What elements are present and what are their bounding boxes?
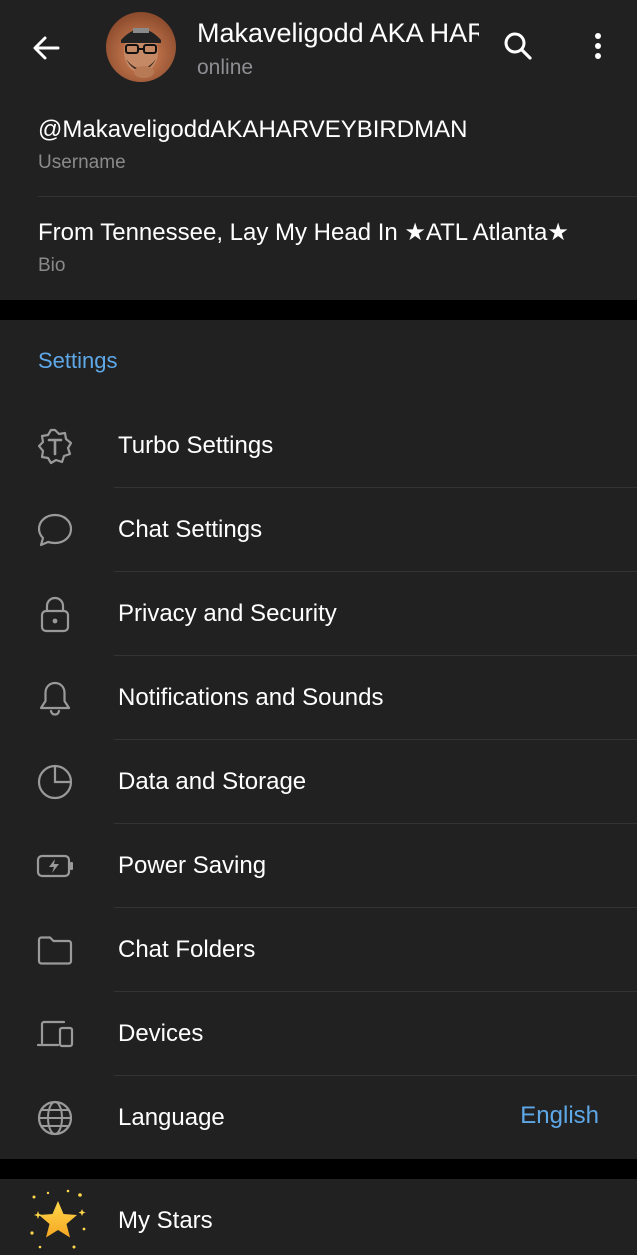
app-header: Makaveligodd AKA HARVEY BIRDMAN online <box>0 0 637 96</box>
star-icon <box>26 1189 90 1253</box>
settings-item-label: Devices <box>118 1020 204 1047</box>
settings-item-label: Notifications and Sounds <box>118 684 384 711</box>
username-value: @MakaveligoddAKAHARVEYBIRDMAN <box>38 116 468 143</box>
settings-item-label: Power Saving <box>118 852 267 879</box>
arrow-left-icon <box>33 36 60 60</box>
settings-item-devices[interactable]: Devices <box>0 992 637 1076</box>
more-options-button[interactable] <box>576 24 620 68</box>
bell-icon <box>36 679 74 717</box>
bio-label: Bio <box>38 255 66 276</box>
profile-info-section: @MakaveligoddAKAHARVEYBIRDMAN Username F… <box>0 96 637 300</box>
settings-item-label: Privacy and Security <box>118 600 337 627</box>
bio-value: From Tennessee, Lay My Head In ★ATL Atla… <box>38 219 569 246</box>
language-value: English <box>520 1102 599 1129</box>
folder-icon <box>36 931 74 969</box>
settings-item-label: Data and Storage <box>118 768 307 795</box>
devices-icon <box>36 1015 74 1053</box>
settings-item-label: Chat Settings <box>118 516 263 543</box>
avatar[interactable] <box>106 12 176 82</box>
username-label: Username <box>38 152 126 173</box>
my-stars-label: My Stars <box>118 1207 213 1234</box>
settings-item-language[interactable]: Language English <box>0 1076 637 1160</box>
username-row[interactable]: @MakaveligoddAKAHARVEYBIRDMAN Username <box>38 116 637 174</box>
settings-section: Settings Turbo Settings Chat Settings Pr… <box>0 320 637 1159</box>
battery-bolt-icon <box>36 847 74 885</box>
settings-item-notifications[interactable]: Notifications and Sounds <box>0 656 637 740</box>
turbo-icon <box>36 427 74 465</box>
settings-item-label: Turbo Settings <box>118 432 274 459</box>
avatar-image <box>106 12 176 82</box>
chat-bubble-icon <box>36 511 74 549</box>
settings-item-chat-folders[interactable]: Chat Folders <box>0 908 637 992</box>
settings-item-privacy[interactable]: Privacy and Security <box>0 572 637 656</box>
lock-icon <box>36 595 74 633</box>
divider <box>38 196 637 197</box>
settings-section-title: Settings <box>38 348 118 373</box>
settings-item-chat-settings[interactable]: Chat Settings <box>0 488 637 572</box>
settings-item-power-saving[interactable]: Power Saving <box>0 824 637 908</box>
search-button[interactable] <box>496 24 540 68</box>
settings-item-label: Chat Folders <box>118 936 256 963</box>
my-stars-row[interactable]: My Stars <box>0 1179 637 1255</box>
settings-item-turbo[interactable]: Turbo Settings <box>0 404 637 488</box>
chat-title: Makaveligodd AKA HARVEY BIRDMAN <box>197 18 479 48</box>
profile-screen: Makaveligodd AKA HARVEY BIRDMAN online @… <box>0 0 637 1255</box>
pie-chart-icon <box>36 763 74 801</box>
bio-row[interactable]: From Tennessee, Lay My Head In ★ATL Atla… <box>38 218 637 277</box>
settings-item-data-storage[interactable]: Data and Storage <box>0 740 637 824</box>
back-button[interactable] <box>24 26 68 70</box>
more-vertical-icon <box>595 33 601 59</box>
online-status: online <box>197 56 254 79</box>
globe-icon <box>36 1099 74 1137</box>
search-icon <box>504 32 532 60</box>
settings-item-label: Language <box>118 1104 225 1131</box>
